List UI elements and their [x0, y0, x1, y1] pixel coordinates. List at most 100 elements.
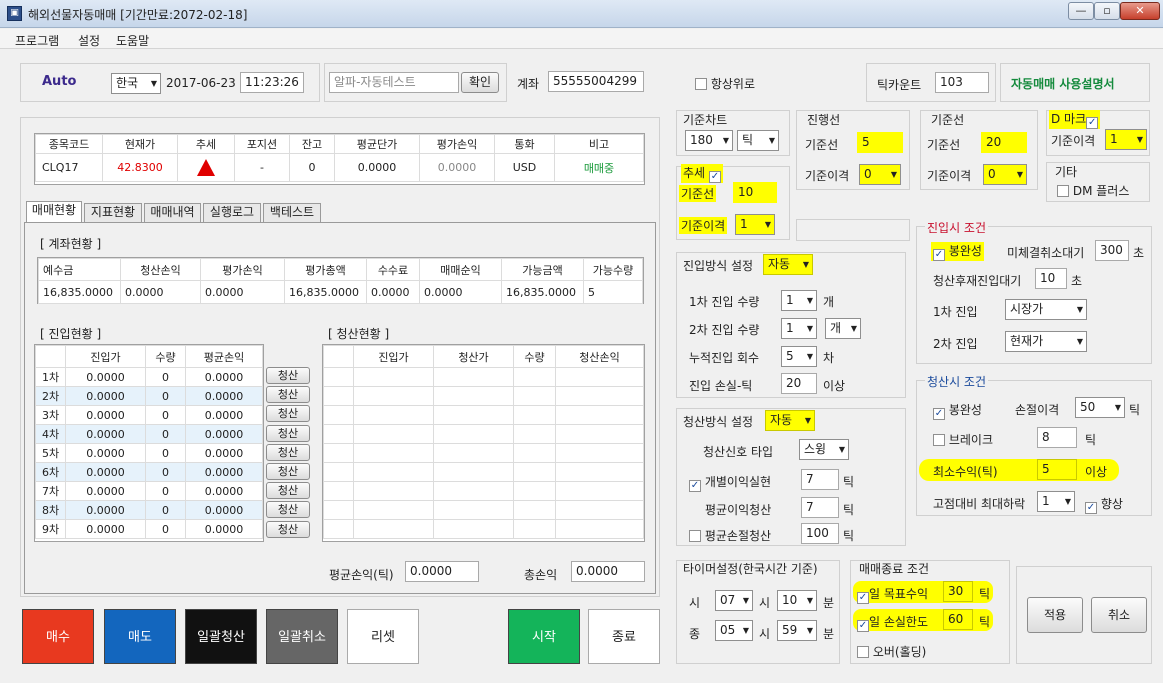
base-shift-select[interactable]: 0 — [983, 164, 1027, 185]
end-minute-select[interactable]: 59 — [777, 620, 817, 641]
liquidation-cell — [323, 500, 354, 520]
liq-complete-checkbox[interactable]: ✓ 봉완성 — [933, 401, 982, 420]
start-minute-select[interactable]: 10 — [777, 590, 817, 611]
up-checkbox[interactable]: ✓ 향상 — [1085, 495, 1123, 514]
menu-help[interactable]: 도움말 — [116, 32, 149, 49]
up-check[interactable]: ✓ — [1085, 502, 1097, 514]
tab-trade-history[interactable]: 매매내역 — [144, 203, 201, 222]
account-header: 가능수량 — [583, 258, 643, 281]
liq-complete-check[interactable]: ✓ — [933, 408, 945, 420]
start-hour-select[interactable]: 07 — [715, 590, 753, 611]
stop-loss-select[interactable]: 50 — [1075, 397, 1125, 418]
entry-method-select[interactable]: 자동 — [763, 254, 813, 275]
break-check[interactable] — [933, 434, 945, 446]
base-base-field[interactable]: 20 — [981, 132, 1027, 153]
signal-type-select[interactable]: 스윙 — [799, 439, 849, 460]
avg-profit-field[interactable]: 7 — [801, 497, 839, 518]
first-qty-select[interactable]: 1 — [781, 290, 817, 311]
trend-checkbox[interactable]: 추세 ✓ — [681, 164, 723, 183]
strategy-field[interactable]: 알파-자동테스트 — [329, 72, 459, 93]
chart-base-select[interactable]: 180 — [685, 130, 733, 151]
dm-plus-check[interactable] — [1057, 185, 1069, 197]
liquidate-all-button[interactable]: 일괄청산 — [185, 609, 257, 664]
liquidate-row-button[interactable]: 청산 — [266, 424, 310, 442]
start-button[interactable]: 시작 — [508, 609, 580, 664]
loss-checkbox[interactable]: ✓ 일 손실한도 — [857, 613, 928, 632]
liquidate-row-button[interactable]: 청산 — [266, 463, 310, 480]
quote-row[interactable]: CLQ17 42.8300 - 0 0.0000 0.0000 USD 매매중 — [35, 153, 644, 182]
first-entry-select[interactable]: 시장가 — [1005, 299, 1087, 320]
confirm-button[interactable]: 확인 — [461, 72, 499, 93]
chart-unit-select[interactable]: 틱 — [737, 130, 779, 151]
sell-button[interactable]: 매도 — [104, 609, 176, 664]
individual-profit-check[interactable]: ✓ — [689, 480, 701, 492]
second-entry-select[interactable]: 현재가 — [1005, 331, 1087, 352]
cancel-all-button[interactable]: 일괄취소 — [266, 609, 338, 664]
reset-button[interactable]: 리셋 — [347, 609, 419, 664]
break-checkbox[interactable]: 브레이크 — [933, 431, 993, 448]
restore-button[interactable]: ▫ — [1094, 2, 1120, 20]
reentry-field[interactable]: 10 — [1035, 268, 1067, 289]
topmost-checkbox[interactable]: 항상위로 — [695, 75, 755, 92]
dm-plus-checkbox[interactable]: DM 플러스 — [1057, 182, 1129, 199]
liquidation-cell — [353, 500, 434, 520]
end-hour-select[interactable]: 05 — [715, 620, 753, 641]
liquidation-method-select[interactable]: 자동 — [765, 410, 815, 431]
lead-shift-select[interactable]: 0 — [859, 164, 901, 185]
liquidate-row-button[interactable]: 청산 — [266, 443, 310, 461]
liquidate-row-button[interactable]: 청산 — [266, 501, 310, 519]
individual-profit-field[interactable]: 7 — [801, 469, 839, 490]
count-select[interactable]: 5 — [781, 346, 817, 367]
liquidate-row-button[interactable]: 청산 — [266, 482, 310, 500]
liquidate-row-button[interactable]: 청산 — [266, 405, 310, 423]
break-field[interactable]: 8 — [1037, 427, 1077, 448]
topmost-check[interactable] — [695, 78, 707, 90]
target-check[interactable]: ✓ — [857, 592, 869, 604]
tab-trading-status[interactable]: 매매현황 — [26, 201, 82, 223]
entry-complete-check[interactable]: ✓ — [933, 249, 945, 261]
wait-field[interactable]: 300 — [1095, 240, 1129, 261]
country-select[interactable]: 한국 — [111, 73, 161, 94]
liquidation-cell — [353, 462, 434, 482]
account-value: 0.0000 — [200, 280, 285, 304]
target-field[interactable]: 30 — [943, 581, 973, 602]
loss-check[interactable]: ✓ — [857, 620, 869, 632]
high-drop-select[interactable]: 1 — [1037, 491, 1075, 512]
avg-loss-checkbox[interactable]: 평균손절청산 — [689, 527, 771, 544]
stop-button[interactable]: 종료 — [588, 609, 660, 664]
individual-profit-checkbox[interactable]: ✓ 개별이익실현 — [689, 473, 771, 492]
liquidate-row-button[interactable]: 청산 — [266, 386, 310, 404]
avg-loss-field[interactable]: 100 — [801, 523, 839, 544]
close-button[interactable]: ✕ — [1120, 2, 1160, 20]
tab-execution-log[interactable]: 실행로그 — [203, 203, 261, 222]
over-checkbox[interactable]: 오버(홀딩) — [857, 643, 926, 660]
minimize-button[interactable]: — — [1068, 2, 1094, 20]
tab-backtest[interactable]: 백테스트 — [263, 203, 321, 222]
cancel-button[interactable]: 취소 — [1091, 597, 1147, 633]
over-check[interactable] — [857, 646, 869, 658]
second-unit-select[interactable]: 개 — [825, 318, 861, 339]
avg-loss-check[interactable] — [689, 530, 701, 542]
entry-complete-checkbox[interactable]: ✓ 봉완성 — [931, 242, 984, 261]
dmark-shift-select[interactable]: 1 — [1105, 129, 1147, 150]
account-header: 수수료 — [366, 258, 420, 281]
menu-program[interactable]: 프로그램 — [15, 32, 59, 49]
tab-indicator-status[interactable]: 지표현황 — [84, 203, 142, 222]
second-qty-select[interactable]: 1 — [781, 318, 817, 339]
apply-button[interactable]: 적용 — [1027, 597, 1083, 633]
trend-shift-select[interactable]: 1 — [735, 214, 775, 235]
target-checkbox[interactable]: ✓ 일 목표수익 — [857, 585, 928, 604]
trend-check[interactable]: ✓ — [708, 171, 721, 183]
trend-base-field[interactable]: 10 — [733, 182, 777, 203]
manual-link[interactable]: 자동매매 사용설명서 — [1011, 75, 1115, 92]
loss-field[interactable]: 60 — [943, 609, 973, 630]
liquidate-row-button[interactable]: 청산 — [266, 520, 310, 538]
menu-settings[interactable]: 설정 — [78, 32, 100, 49]
dmark-check[interactable]: ✓ — [1086, 117, 1099, 129]
buy-button[interactable]: 매수 — [22, 609, 94, 664]
min-profit-field[interactable]: 5 — [1037, 459, 1077, 480]
lead-base-field[interactable]: 5 — [857, 132, 903, 153]
liquidate-row-button[interactable]: 청산 — [266, 367, 310, 384]
dmark-checkbox[interactable]: D 마크 ✓ — [1049, 110, 1101, 129]
entry-loss-field[interactable]: 20 — [781, 373, 817, 394]
